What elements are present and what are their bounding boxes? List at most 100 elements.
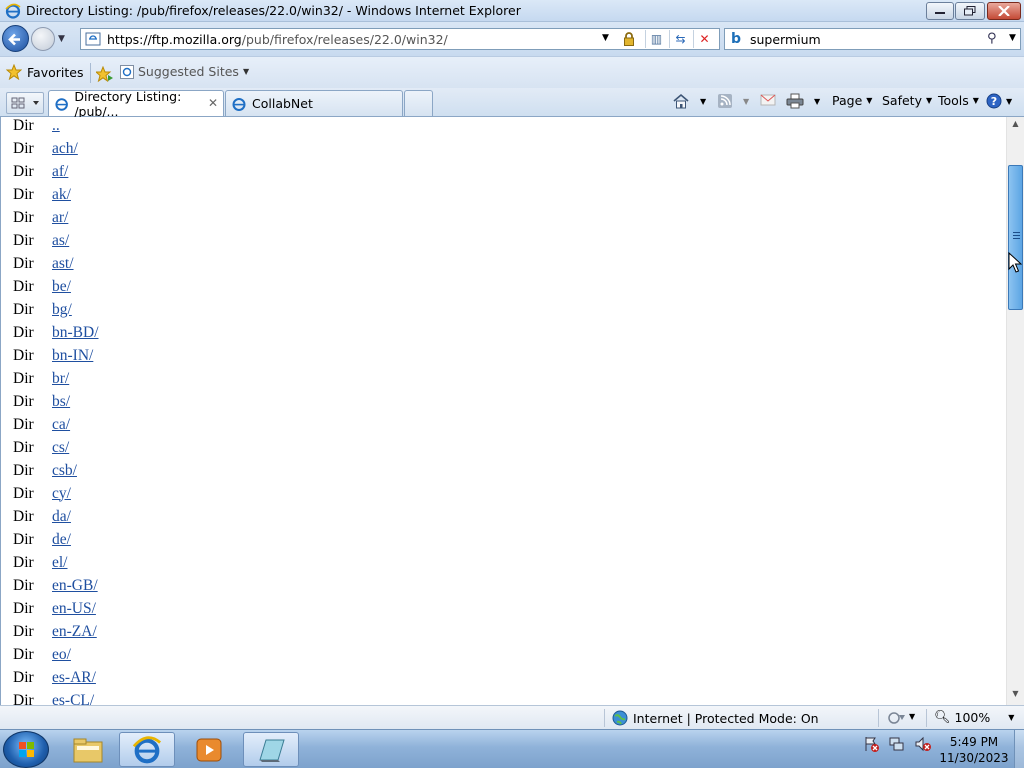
entry-type: Dir bbox=[13, 507, 34, 525]
scroll-up-button[interactable]: ▲ bbox=[1007, 119, 1024, 133]
directory-link[interactable]: br/ bbox=[52, 370, 69, 388]
safety-menu-button[interactable]: Safety ▼ bbox=[882, 93, 932, 108]
tab-directory-listing[interactable]: Directory Listing: /pub/... ✕ bbox=[48, 89, 224, 119]
recent-pages-dropdown[interactable]: ▼ bbox=[58, 34, 65, 44]
help-button[interactable]: ? ▼ bbox=[986, 93, 1012, 109]
print-button[interactable]: ▼ bbox=[786, 93, 820, 109]
read-mail-button[interactable] bbox=[760, 93, 776, 107]
change-status-bar-settings-icon[interactable] bbox=[887, 711, 907, 725]
zoom-level-button[interactable]: 🔍︎ 100% ▼ bbox=[934, 710, 1014, 725]
show-desktop-button[interactable] bbox=[1014, 730, 1024, 768]
directory-link[interactable]: de/ bbox=[52, 531, 71, 549]
compatibility-view-button[interactable]: ▥ bbox=[645, 30, 667, 48]
list-item: Dir cy/ bbox=[13, 482, 99, 505]
star-icon bbox=[6, 64, 22, 80]
directory-link[interactable]: ar/ bbox=[52, 209, 68, 227]
directory-link[interactable]: af/ bbox=[52, 163, 68, 181]
tab-collabnet[interactable]: CollabNet bbox=[225, 90, 403, 116]
address-bar[interactable]: https://ftp.mozilla.org/pub/firefox/rele… bbox=[80, 28, 720, 50]
directory-link[interactable]: el/ bbox=[52, 554, 68, 572]
search-icon[interactable]: ⚲ bbox=[987, 31, 997, 46]
search-box[interactable]: b supermium ⚲ ▼ bbox=[724, 28, 1021, 50]
directory-link[interactable]: ca/ bbox=[52, 416, 70, 434]
address-url[interactable]: https://ftp.mozilla.org/pub/firefox/rele… bbox=[107, 32, 448, 47]
entry-type: Dir bbox=[13, 438, 34, 456]
directory-link[interactable]: bn-IN/ bbox=[52, 347, 93, 365]
directory-link[interactable]: ach/ bbox=[52, 140, 78, 158]
taskbar-internet-explorer-button[interactable] bbox=[119, 732, 175, 767]
chevron-down-icon: ▼ bbox=[866, 96, 873, 105]
close-window-button[interactable] bbox=[987, 2, 1021, 20]
lock-icon[interactable] bbox=[621, 31, 637, 47]
directory-link[interactable]: cs/ bbox=[52, 439, 69, 457]
taskbar-app-button[interactable] bbox=[243, 732, 299, 767]
address-dropdown-button[interactable]: ▼ bbox=[602, 33, 609, 43]
refresh-button[interactable]: ⇆ bbox=[669, 30, 691, 48]
stop-button[interactable]: ✕ bbox=[693, 30, 715, 48]
chevron-down-icon: ▼ bbox=[1008, 713, 1015, 722]
directory-link[interactable]: es-CL/ bbox=[52, 692, 94, 706]
directory-link[interactable]: en-ZA/ bbox=[52, 623, 97, 641]
start-button[interactable] bbox=[3, 731, 49, 768]
entry-type: Dir bbox=[13, 668, 34, 686]
system-clock[interactable]: 5:49 PM 11/30/2023 bbox=[938, 734, 1010, 766]
entry-type: Dir bbox=[13, 484, 34, 502]
directory-link[interactable]: csb/ bbox=[52, 462, 77, 480]
search-input[interactable]: supermium bbox=[750, 32, 821, 47]
list-item: Dir de/ bbox=[13, 528, 99, 551]
home-button[interactable]: ▼ bbox=[672, 93, 706, 109]
entry-type: Dir bbox=[13, 162, 34, 180]
scroll-down-button[interactable]: ▼ bbox=[1007, 689, 1024, 703]
security-zone[interactable]: Internet | Protected Mode: On bbox=[612, 710, 819, 726]
add-to-favorites-bar-icon[interactable] bbox=[96, 66, 114, 82]
scrollbar-thumb[interactable] bbox=[1008, 165, 1023, 310]
directory-link[interactable]: eo/ bbox=[52, 646, 71, 664]
close-tab-icon[interactable]: ✕ bbox=[208, 96, 218, 110]
entry-type: Dir bbox=[13, 622, 34, 640]
minimize-button[interactable] bbox=[926, 2, 954, 20]
directory-link[interactable]: as/ bbox=[52, 232, 69, 250]
volume-muted-icon[interactable] bbox=[914, 735, 932, 753]
quick-tabs-button[interactable] bbox=[6, 92, 44, 114]
network-icon[interactable] bbox=[888, 735, 906, 753]
directory-link[interactable]: ak/ bbox=[52, 186, 71, 204]
directory-link[interactable]: en-US/ bbox=[52, 600, 96, 618]
taskbar-explorer-button[interactable] bbox=[60, 732, 116, 767]
directory-link[interactable]: es-AR/ bbox=[52, 669, 96, 687]
page-menu-button[interactable]: Page ▼ bbox=[832, 93, 872, 108]
internet-explorer-icon bbox=[132, 735, 162, 763]
list-item: Dir ar/ bbox=[13, 206, 99, 229]
entry-type: Dir bbox=[13, 231, 34, 249]
chevron-down-icon[interactable]: ▼ bbox=[909, 712, 915, 721]
chevron-down-icon: ▼ bbox=[242, 67, 250, 76]
directory-link[interactable]: ast/ bbox=[52, 255, 74, 273]
directory-link[interactable]: be/ bbox=[52, 278, 71, 296]
search-options-dropdown[interactable]: ▼ bbox=[1009, 33, 1016, 43]
taskbar-media-player-button[interactable] bbox=[181, 732, 237, 767]
vertical-scrollbar[interactable]: ▲ ▼ bbox=[1006, 117, 1024, 705]
new-tab-button[interactable] bbox=[404, 90, 433, 116]
suggested-sites-button[interactable]: Suggested Sites ▼ bbox=[120, 64, 249, 79]
entry-type: Dir bbox=[13, 392, 34, 410]
directory-link[interactable]: da/ bbox=[52, 508, 71, 526]
list-item: Dir en-US/ bbox=[13, 597, 99, 620]
zoom-level-label: 100% bbox=[954, 710, 991, 725]
restore-button[interactable] bbox=[955, 2, 985, 20]
page-menu-label: Page bbox=[832, 93, 863, 108]
directory-link[interactable]: bn-BD/ bbox=[52, 324, 99, 342]
tools-menu-button[interactable]: Tools ▼ bbox=[938, 93, 979, 108]
clock-date: 11/30/2023 bbox=[939, 751, 1009, 765]
back-button[interactable] bbox=[2, 25, 29, 52]
directory-link[interactable]: en-GB/ bbox=[52, 577, 98, 595]
favorites-button[interactable]: Favorites bbox=[6, 64, 83, 80]
directory-link[interactable]: bg/ bbox=[52, 301, 72, 319]
directory-listing: Dir.. Dir ach/Dir af/Dir ak/Dir ar/Dir as/Dir a… bbox=[13, 117, 99, 705]
directory-link[interactable]: cy/ bbox=[52, 485, 71, 503]
forward-button[interactable] bbox=[31, 27, 55, 51]
feeds-button[interactable]: ▼ bbox=[717, 93, 749, 109]
directory-link[interactable]: bs/ bbox=[52, 393, 70, 411]
clock-time: 5:49 PM bbox=[949, 735, 999, 749]
directory-link[interactable]: .. bbox=[52, 117, 60, 135]
action-center-flag-icon[interactable] bbox=[862, 735, 880, 753]
separator bbox=[90, 63, 91, 83]
